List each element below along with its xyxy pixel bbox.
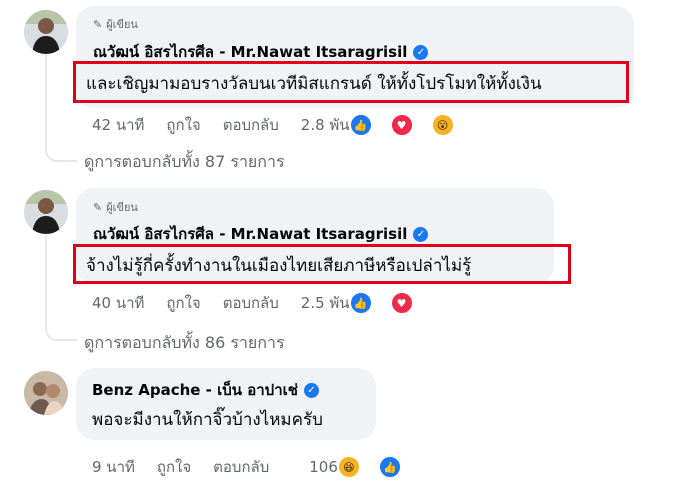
reaction-count[interactable]: 106 xyxy=(309,458,338,476)
comment-text: และเชิญมามอบรางวัลบนเวทีมิสแกรนด์ ให้ทั้… xyxy=(86,74,542,94)
author-name-text[interactable]: ณวัฒน์ อิสรไกรศีล - Mr.Nawat Itsaragrisi… xyxy=(93,222,407,246)
like-icon: 👍 xyxy=(348,113,373,137)
reaction-count[interactable]: 2.8 พัน xyxy=(301,113,350,137)
wow-icon: 😮 xyxy=(430,113,455,137)
author-badge-label: ผู้เขียน xyxy=(106,18,138,31)
author-badge: ✎ ผู้เขียน xyxy=(93,15,138,33)
author-name-text[interactable]: Benz Apache - เบ็น อาปาเช่ xyxy=(92,378,298,402)
like-button[interactable]: ถูกใจ xyxy=(157,455,191,479)
author-name[interactable]: Benz Apache - เบ็น อาปาเช่ ✓ xyxy=(92,378,319,402)
haha-icon: 😆 xyxy=(336,455,361,479)
thread-elbow xyxy=(45,325,77,341)
love-icon: ♥ xyxy=(389,113,414,137)
comment-time[interactable]: 9 นาที xyxy=(92,455,135,479)
comment-actions: 40 นาที ถูกใจ ตอบกลับ 2.5 พัน 👍 ♥ xyxy=(92,291,436,315)
author-badge-label: ผู้เขียน xyxy=(106,201,138,214)
reply-button[interactable]: ตอบกลับ xyxy=(223,113,279,137)
verified-badge-icon: ✓ xyxy=(413,226,429,242)
comment-actions: 42 นาที ถูกใจ ตอบกลับ 2.8 พัน 👍 ♥ 😮 xyxy=(92,113,477,137)
avatar[interactable] xyxy=(24,190,68,234)
love-icon: ♥ xyxy=(389,291,414,315)
view-replies-link[interactable]: ดูการตอบกลับทั้ง 87 รายการ xyxy=(84,150,285,175)
author-badge: ✎ ผู้เขียน xyxy=(93,198,138,216)
reply-button[interactable]: ตอบกลับ xyxy=(213,455,269,479)
avatar-image xyxy=(24,10,68,54)
comment-time[interactable]: 40 นาที xyxy=(92,291,144,315)
comment-text: จ้างไม่รู้กี่ครั้งทำงานในเมืองไทยเสียภาษ… xyxy=(86,256,472,276)
reply-button[interactable]: ตอบกลับ xyxy=(223,291,279,315)
reaction-icons[interactable]: 👍 ♥ xyxy=(348,291,436,315)
reaction-icons[interactable]: 👍 ♥ 😮 xyxy=(348,113,477,137)
avatar[interactable] xyxy=(24,10,68,54)
comment-time[interactable]: 42 นาที xyxy=(92,113,144,137)
avatar[interactable] xyxy=(24,371,68,415)
verified-badge-icon: ✓ xyxy=(413,44,429,60)
author-name[interactable]: ณวัฒน์ อิสรไกรศีล - Mr.Nawat Itsaragrisi… xyxy=(93,222,429,246)
reaction-icons[interactable]: 😆 👍 xyxy=(336,455,424,479)
pencil-icon: ✎ xyxy=(93,200,103,214)
thread-elbow xyxy=(45,146,77,162)
avatar-image xyxy=(24,371,68,415)
view-replies-link[interactable]: ดูการตอบกลับทั้ง 86 รายการ xyxy=(84,331,285,356)
pencil-icon: ✎ xyxy=(93,17,103,31)
reaction-count[interactable]: 2.5 พัน xyxy=(301,291,350,315)
comment-text: พอจะมีงานให้กาจิ๊วบ้างไหมครับ xyxy=(92,410,323,430)
like-icon: 👍 xyxy=(348,291,373,315)
like-button[interactable]: ถูกใจ xyxy=(166,291,200,315)
thread-line xyxy=(45,52,47,148)
avatar-image xyxy=(24,190,68,234)
thread-line xyxy=(45,235,47,327)
verified-badge-icon: ✓ xyxy=(303,382,319,398)
comment-actions: 9 นาที ถูกใจ ตอบกลับ 106 😆 👍 xyxy=(92,455,424,479)
like-icon: 👍 xyxy=(377,455,402,479)
like-button[interactable]: ถูกใจ xyxy=(166,113,200,137)
